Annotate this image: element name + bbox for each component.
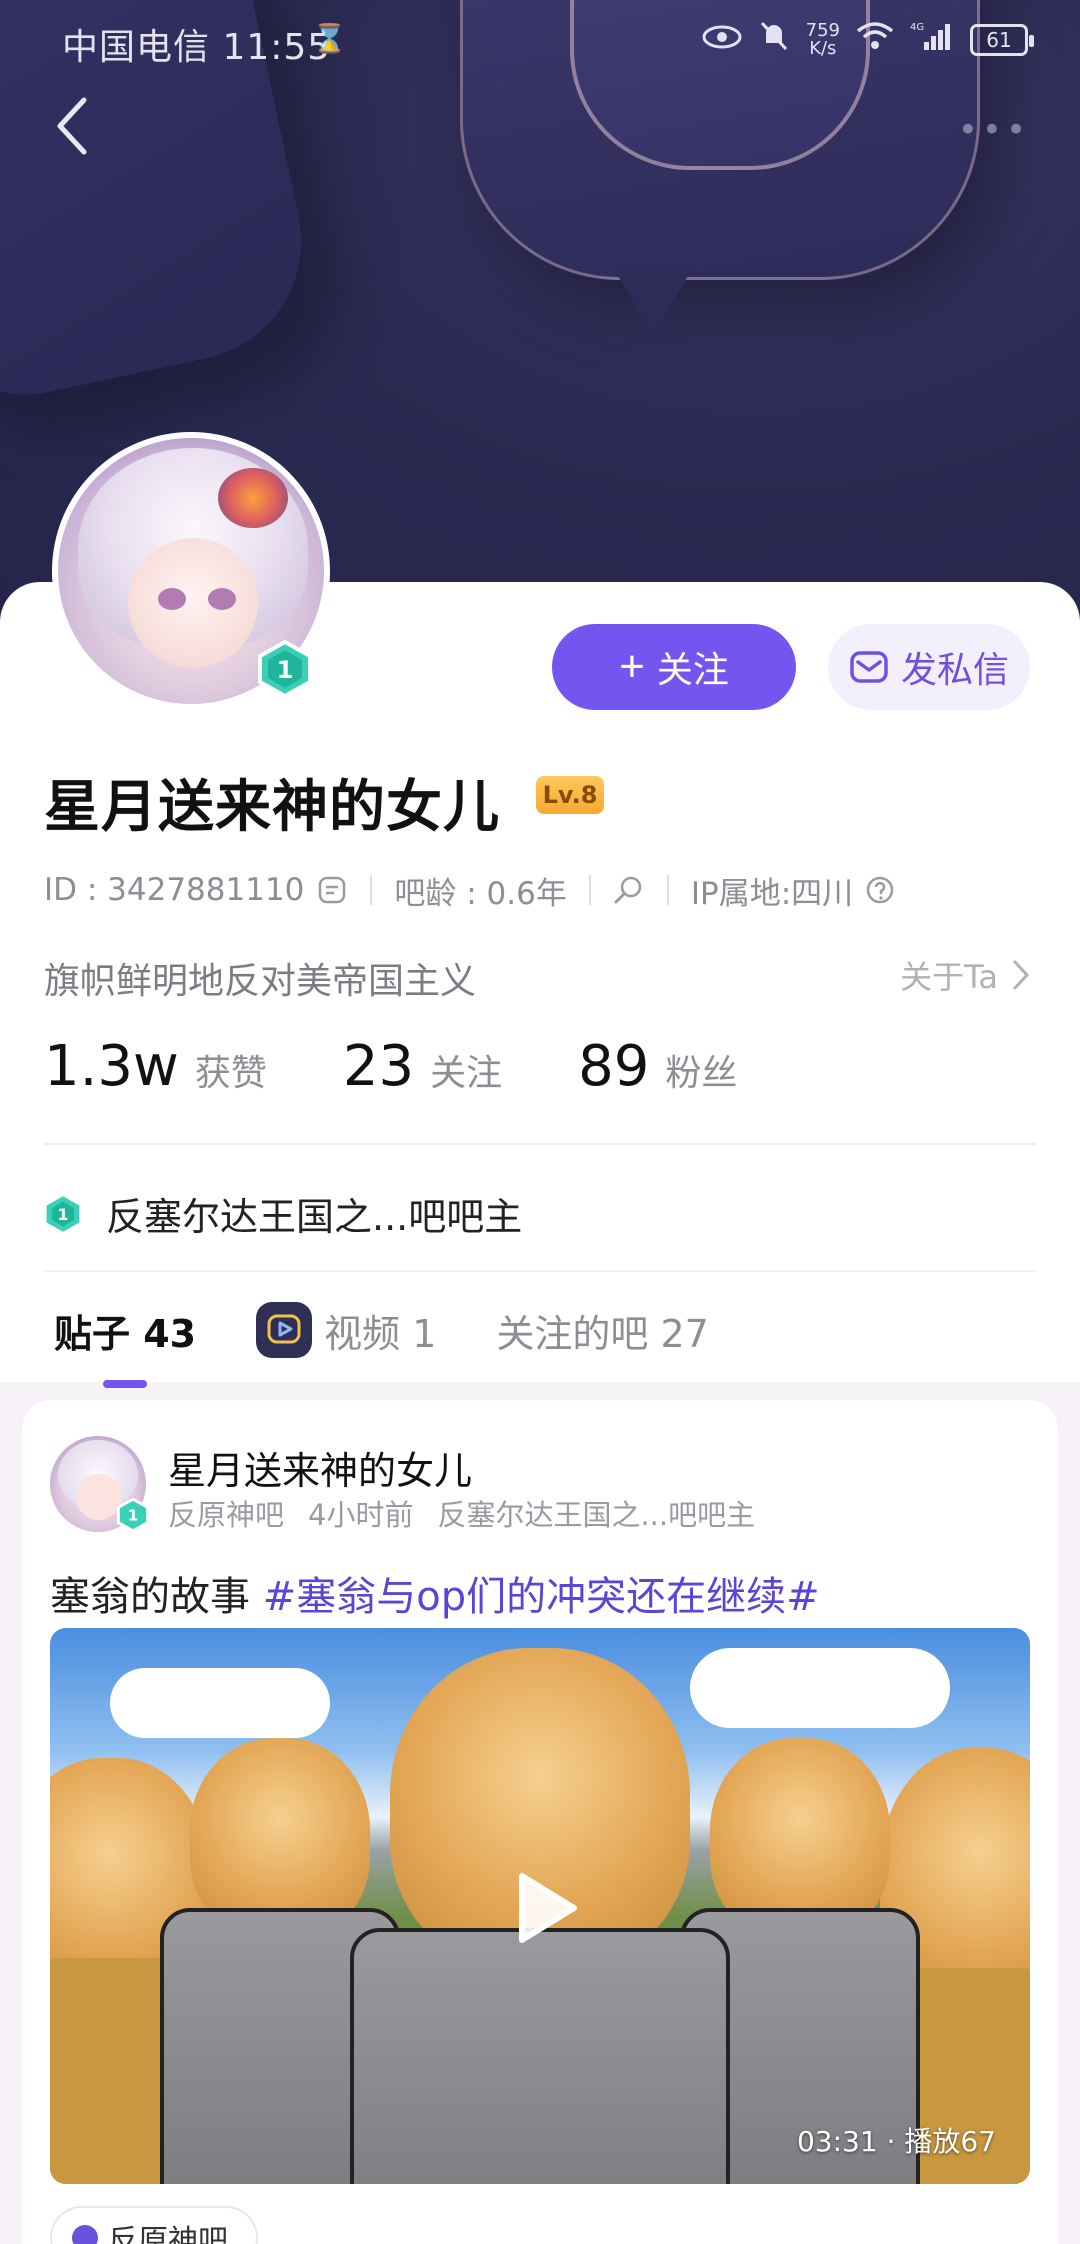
net-speed-unit: K/s [809,38,837,59]
wifi-icon [856,21,894,59]
tab-label: 视频 1 [324,1311,437,1356]
profile-meta-row: ID : 3427881110 吧龄 : 0.6年 IP属地:四川 [44,868,895,912]
tab-label: 贴子 43 [54,1311,197,1356]
stat-number: 1.3w [44,1034,179,1099]
post-author-role: 反塞尔达王国之...吧吧主 [437,1498,756,1532]
tab-posts[interactable]: 贴子 43 [54,1303,196,1358]
battery-indicator: 61 [970,24,1034,56]
meta-divider [588,875,591,905]
tab-followed-forums[interactable]: 关注的吧 27 [496,1303,708,1358]
post-meta: 反原神吧 4小时前 反塞尔达王国之...吧吧主 [168,1492,755,1534]
tab-videos[interactable]: 视频 1 [256,1302,436,1358]
profile-name: 星月送来神的女儿 [44,775,500,840]
post-author-name[interactable]: 星月送来神的女儿 [168,1440,472,1495]
stat-label: 获赞 [194,1053,267,1094]
mute-bell-icon [758,19,790,61]
svg-text:1: 1 [128,1506,139,1524]
ip-location: IP属地:四川 [690,875,854,912]
post-time: 4小时前 [308,1498,414,1532]
stat-label: 粉丝 [665,1053,738,1094]
carrier-time: 中国电信 11:55 [62,27,332,68]
post-video-thumbnail[interactable]: 03:31 · 播放67 [50,1628,1030,2184]
post-text[interactable]: 塞翁的故事 #塞翁与op们的冲突还在继续# [50,1564,820,1622]
video-duration-plays: 03:31 · 播放67 [796,2125,996,2158]
post-forum[interactable]: 反原神吧 [168,1492,284,1534]
about-link[interactable]: 关于Ta [900,952,1030,998]
forum-chip-label: 反原神吧 [108,2224,228,2244]
plus-icon: + [619,642,645,691]
section-divider [44,1143,1036,1145]
play-icon[interactable] [500,1866,584,1950]
svg-text:1: 1 [277,656,294,684]
net-speed: 759 K/s [806,22,840,58]
meta-divider [666,875,669,905]
hourglass-icon: ⌛ [312,22,347,55]
status-bar: 中国电信 11:55 ⌛ 759 K/s 4G 61 [0,0,1080,84]
stat-number: 89 [578,1034,650,1099]
user-id: ID : 3427881110 [44,872,305,908]
meta-divider [370,875,373,905]
bar-age: 吧龄 : 0.6年 [394,875,567,912]
stat-label: 关注 [430,1053,503,1094]
tab-label: 关注的吧 27 [496,1311,709,1356]
profile-stats: 1.3w 获赞 23 关注 89 粉丝 [44,1034,813,1099]
chevron-left-icon [57,97,87,155]
signal-label: 4G [910,22,924,33]
forum-chip-icon [72,2225,98,2244]
back-button[interactable] [54,96,114,166]
section-divider [44,1270,1036,1272]
post-card[interactable]: 1 星月送来神的女儿 反原神吧 4小时前 反塞尔达王国之...吧吧主 塞翁的故事… [22,1400,1058,2244]
eye-icon [702,23,742,58]
forum-chip[interactable]: 反原神吧 [50,2206,258,2244]
send-message-button[interactable]: 发私信 [828,624,1030,710]
profile-bio: 旗帜鲜明地反对美帝国主义 [44,961,477,1002]
about-label: 关于Ta [900,958,998,996]
member-gem-icon: 1 [258,640,312,698]
follow-button[interactable]: + 关注 [552,624,796,710]
video-tv-icon [256,1302,313,1358]
stat-followers[interactable]: 89 粉丝 [578,1034,737,1099]
post-hashtag[interactable]: #塞翁与op们的冲突还在继续# [263,1574,820,1620]
stat-likes[interactable]: 1.3w 获赞 [44,1034,267,1099]
gem-badge-icon: 1 [46,1195,80,1232]
svg-text:1: 1 [58,1204,69,1223]
help-icon[interactable] [865,875,895,905]
follow-label: 关注 [656,649,729,690]
signal-icon: 4G [910,20,954,60]
gem-badge-icon: 1 [116,1498,150,1532]
stat-following[interactable]: 23 关注 [343,1034,502,1099]
level-badge[interactable]: Lv.8 [536,776,604,814]
profile-tabs: 贴子 43 视频 1 关注的吧 27 [44,1282,769,1378]
post-text-plain: 塞翁的故事 [50,1574,263,1620]
chevron-right-icon [1013,960,1029,990]
more-options-button[interactable]: ••• [958,110,1030,150]
search-icon[interactable] [613,874,645,906]
message-label: 发私信 [900,650,1009,691]
forum-manager-honor[interactable]: 1 反塞尔达王国之...吧吧主 [44,1186,522,1241]
stat-number: 23 [342,1034,415,1099]
mail-icon [850,651,888,683]
copy-icon[interactable] [316,874,348,906]
honor-text: 反塞尔达王国之...吧吧主 [106,1195,523,1239]
